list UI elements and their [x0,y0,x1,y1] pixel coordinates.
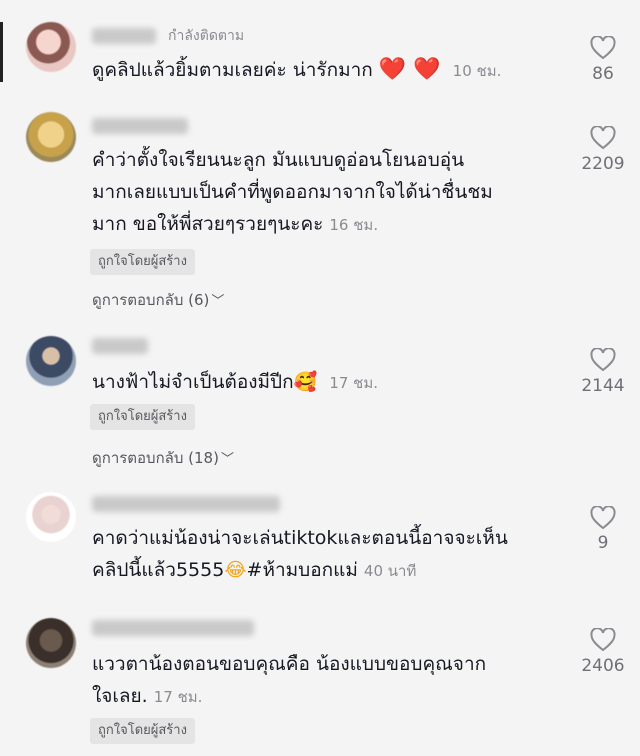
comment-text-line: มาก ขอให้พี่สวยๆรวยๆนะคะ [92,213,324,235]
avatar[interactable] [26,618,76,668]
comment-text-line: คำว่าตั้งใจเรียนนะลูก มันแบบดูอ่อนโยนอบอ… [92,149,465,171]
heart-outline-icon[interactable] [590,628,616,652]
comment-text: แววตาน้องตอนขอบคุณคือ น้องแบบขอบคุณจาก ใ… [92,648,570,713]
avatar[interactable] [26,112,76,162]
view-replies-label: ดูการตอบกลับ (6) [92,291,210,309]
comment-time: 16 ชม. [329,216,379,234]
following-label: กำลังติดตาม [168,28,245,44]
username-blurred[interactable] [92,28,156,44]
chevron-down-icon: ﹀ [220,452,234,467]
like-count: 9 [597,533,609,553]
like-count: 2144 [581,376,625,396]
hashtag-link[interactable]: #ห้ามบอกแม่ [247,559,358,581]
comment-time: 10 ชม. [452,62,502,80]
username-blurred[interactable] [92,118,188,134]
avatar[interactable] [26,492,76,542]
username-blurred[interactable] [92,338,148,354]
smiling-face-hearts-emoji: 🥰 [293,371,318,393]
chevron-down-icon: ﹀ [211,294,225,309]
heart-outline-icon[interactable] [590,506,616,530]
comment-time: 17 ชม. [153,688,203,706]
comment-text-line: แววตาน้องตอนขอบคุณคือ น้องแบบขอบคุณจาก [92,653,487,675]
liked-by-creator-badge: ถูกใจโดยผู้สร้าง [90,404,195,430]
liked-by-creator-badge: ถูกใจโดยผู้สร้าง [90,718,195,744]
liked-by-creator-badge: ถูกใจโดยผู้สร้าง [90,249,195,275]
avatar[interactable] [26,336,76,386]
red-heart-emoji: ❤️ ❤️ [378,57,441,82]
username-blurred[interactable] [92,496,280,512]
heart-outline-icon[interactable] [590,36,616,60]
comment-text: นางฟ้าไม่จำเป็นต้องมีปีก🥰 17 ชม. [92,366,570,399]
left-edge-rule [0,22,3,82]
comment-text-line: มากเลยแบบเป็นคำที่พูดออกมาจากใจได้น่าชื่… [92,181,493,203]
like-count: 2406 [581,656,625,676]
comment-text-line: คลิปนี้แล้ว5555 [92,559,225,581]
comment-time: 17 ชม. [329,374,379,392]
comment-text-line: ดูคลิปแล้วยิ้มตามเลยค่ะ น่ารักมาก [92,59,373,81]
view-replies-link[interactable]: ดูการตอบกลับ (6) ﹀ [92,290,224,312]
comment-text: ดูคลิปแล้วยิ้มตามเลยค่ะ น่ารักมาก ❤️ ❤️ … [92,54,570,87]
comment-text-line: คาดว่าแม่น้องน่าจะเล่นtiktokและตอนนี้อาจ… [92,527,508,549]
like-count: 86 [592,64,614,84]
view-replies-link[interactable]: ดูการตอบกลับ (18) ﹀ [92,448,234,470]
like-count: 2209 [581,154,625,174]
comment-text: คาดว่าแม่น้องน่าจะเล่นtiktokและตอนนี้อาจ… [92,522,570,587]
comment-text: คำว่าตั้งใจเรียนนะลูก มันแบบดูอ่อนโยนอบอ… [92,144,570,241]
view-replies-label: ดูการตอบกลับ (18) [92,449,219,467]
avatar[interactable] [26,22,76,72]
comment-time: 40 นาที [363,562,417,580]
comment-text-line: ใจเลย. [92,685,148,707]
tears-of-joy-emoji: 😂 [224,559,247,581]
heart-outline-icon[interactable] [590,126,616,150]
heart-outline-icon[interactable] [590,348,616,372]
username-blurred[interactable] [92,620,254,636]
comment-text-line: นางฟ้าไม่จำเป็นต้องมีปีก [92,371,294,393]
